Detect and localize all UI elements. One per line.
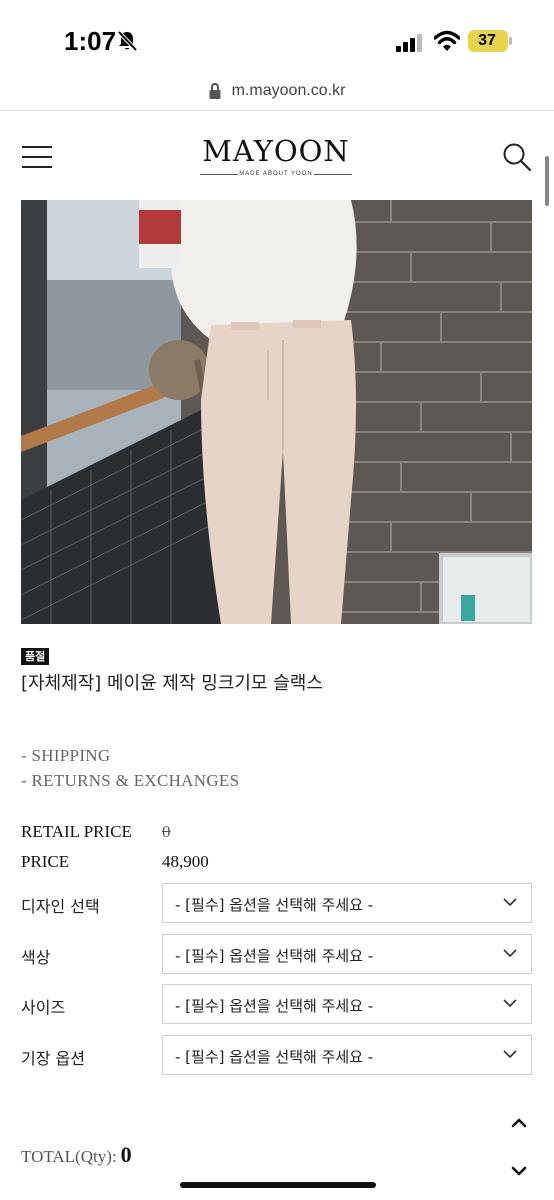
option-select-color[interactable]: - [필수] 옵션을 선택해 주세요 - [162, 934, 532, 974]
total-label: TOTAL(Qty): [21, 1147, 117, 1166]
retail-price-value: 0 [162, 822, 171, 841]
hamburger-menu-icon [22, 146, 52, 148]
retail-price-label: RETAIL PRICE [21, 822, 132, 841]
total-value: 0 [120, 1142, 132, 1167]
hamburger-menu-icon-line [22, 156, 52, 158]
logo-rule-left [200, 174, 238, 175]
battery-icon: 37 [468, 30, 508, 52]
chevron-down-icon [503, 999, 517, 1008]
sold-out-badge: 품절 [21, 648, 50, 665]
lock-icon [209, 82, 221, 99]
battery-nub [509, 37, 512, 45]
chevron-down-icon[interactable] [510, 1164, 528, 1178]
chevron-down-icon [503, 898, 517, 907]
option-select-design[interactable]: - [필수] 옵션을 선택해 주세요 - [162, 883, 532, 923]
url-divider [0, 110, 554, 111]
wifi-icon [434, 30, 460, 51]
hamburger-menu-icon-line [22, 166, 52, 168]
chevron-down-icon [503, 1050, 517, 1059]
site-logo[interactable]: MAYOON MADE ABOUT YOON [176, 134, 376, 179]
status-bar: 1:07 37 [0, 0, 554, 80]
cellular-signal-icon [396, 34, 422, 52]
price-value: 48,900 [162, 852, 209, 871]
url-text: m.mayoon.co.kr [231, 81, 346, 99]
returns-exchanges-link[interactable]: - RETURNS & EXCHANGES [21, 771, 239, 791]
battery-level: 37 [478, 32, 496, 49]
logo-rule-right [314, 174, 352, 175]
price-label: PRICE [21, 852, 70, 871]
logo-tagline-row: MADE ABOUT YOON [176, 169, 376, 179]
option-select-value: - [필수] 옵션을 선택해 주세요 - [175, 947, 374, 965]
option-label-length: 기장 옵션 [21, 1049, 85, 1068]
option-select-length[interactable]: - [필수] 옵션을 선택해 주세요 - [162, 1035, 532, 1075]
home-indicator[interactable] [180, 1182, 376, 1188]
option-select-value: - [필수] 옵션을 선택해 주세요 - [175, 896, 374, 914]
chevron-down-icon [503, 949, 517, 958]
shipping-link[interactable]: - SHIPPING [21, 746, 110, 766]
product-image[interactable] [21, 200, 532, 624]
product-photo [21, 200, 532, 624]
option-select-size[interactable]: - [필수] 옵션을 선택해 주세요 - [162, 984, 532, 1024]
total-quantity: TOTAL(Qty): 0 [21, 1142, 132, 1168]
status-time: 1:07 [64, 26, 117, 56]
logo-wordmark: MAYOON [202, 134, 350, 168]
product-name: [자체제작] 메이윤 제작 밍크기모 슬랙스 [21, 673, 323, 694]
search-icon[interactable] [502, 142, 532, 172]
option-label-size: 사이즈 [21, 998, 66, 1017]
option-label-design: 디자인 선택 [21, 897, 100, 916]
bell-off-icon [117, 30, 138, 52]
chevron-up-icon[interactable] [510, 1116, 528, 1130]
url-bar[interactable]: m.mayoon.co.kr [0, 80, 554, 110]
option-select-value: - [필수] 옵션을 선택해 주세요 - [175, 997, 374, 1015]
page-scrollbar[interactable] [545, 156, 549, 206]
option-label-color: 색상 [21, 948, 51, 967]
option-select-value: - [필수] 옵션을 선택해 주세요 - [175, 1048, 374, 1066]
menu-button[interactable] [22, 146, 52, 168]
